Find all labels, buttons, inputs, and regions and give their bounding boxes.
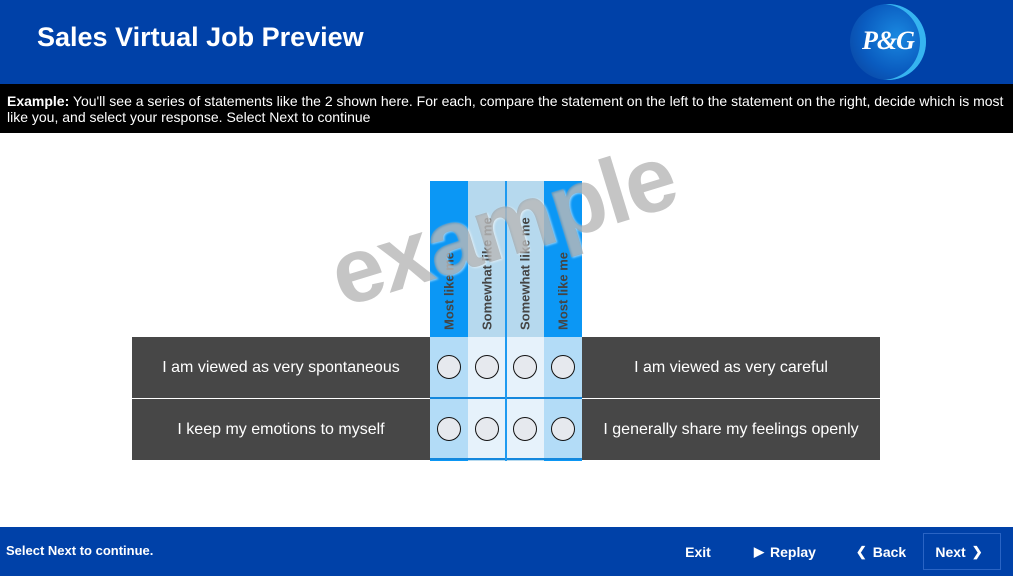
scale-label: Most like me (441, 251, 457, 330)
exit-label: Exit (685, 544, 711, 560)
logo-text: P&G (862, 26, 915, 55)
radio-somewhat-like-left[interactable] (475, 355, 499, 379)
next-label: Next (935, 543, 966, 560)
exit-button[interactable]: Exit (672, 530, 724, 574)
back-button[interactable]: ❮ Back (845, 530, 911, 574)
play-icon: ▶ (754, 544, 765, 559)
center-divider (505, 181, 507, 461)
chevron-left-icon: ❮ (855, 544, 867, 559)
header-bar: Sales Virtual Job Preview P&G (0, 0, 1013, 84)
next-button[interactable]: Next ❯ (923, 533, 1001, 570)
instructions-lead: Example: (7, 93, 70, 109)
right-statement: I generally share my feelings openly (582, 399, 880, 460)
footer-status: Select Next to continue. (6, 543, 154, 558)
radio-most-like-left[interactable] (437, 417, 461, 441)
scale-label: Somewhat like me (517, 217, 533, 330)
radio-somewhat-like-right[interactable] (513, 355, 537, 379)
scale-label: Most like me (555, 251, 571, 330)
left-statement: I keep my emotions to myself (132, 399, 430, 460)
page-title: Sales Virtual Job Preview (37, 22, 364, 52)
radio-somewhat-like-left[interactable] (475, 417, 499, 441)
back-label: Back (872, 544, 907, 560)
left-statement: I am viewed as very spontaneous (132, 337, 430, 398)
replay-label: Replay (770, 544, 816, 560)
radio-somewhat-like-right[interactable] (513, 417, 537, 441)
radio-most-like-right[interactable] (551, 355, 575, 379)
footer-bar: Select Next to continue. Exit ▶ Replay ❮… (0, 527, 1013, 576)
scale-label: Somewhat like me (479, 217, 495, 330)
radio-most-like-right[interactable] (551, 417, 575, 441)
chevron-right-icon: ❯ (971, 543, 983, 559)
radio-most-like-left[interactable] (437, 355, 461, 379)
instructions-text: You'll see a series of statements like t… (7, 93, 1004, 125)
instructions-banner: Example: You'll see a series of statemen… (0, 84, 1013, 133)
right-statement: I am viewed as very careful (582, 337, 880, 398)
pg-logo: P&G (850, 4, 926, 80)
replay-button[interactable]: ▶ Replay (742, 530, 822, 574)
